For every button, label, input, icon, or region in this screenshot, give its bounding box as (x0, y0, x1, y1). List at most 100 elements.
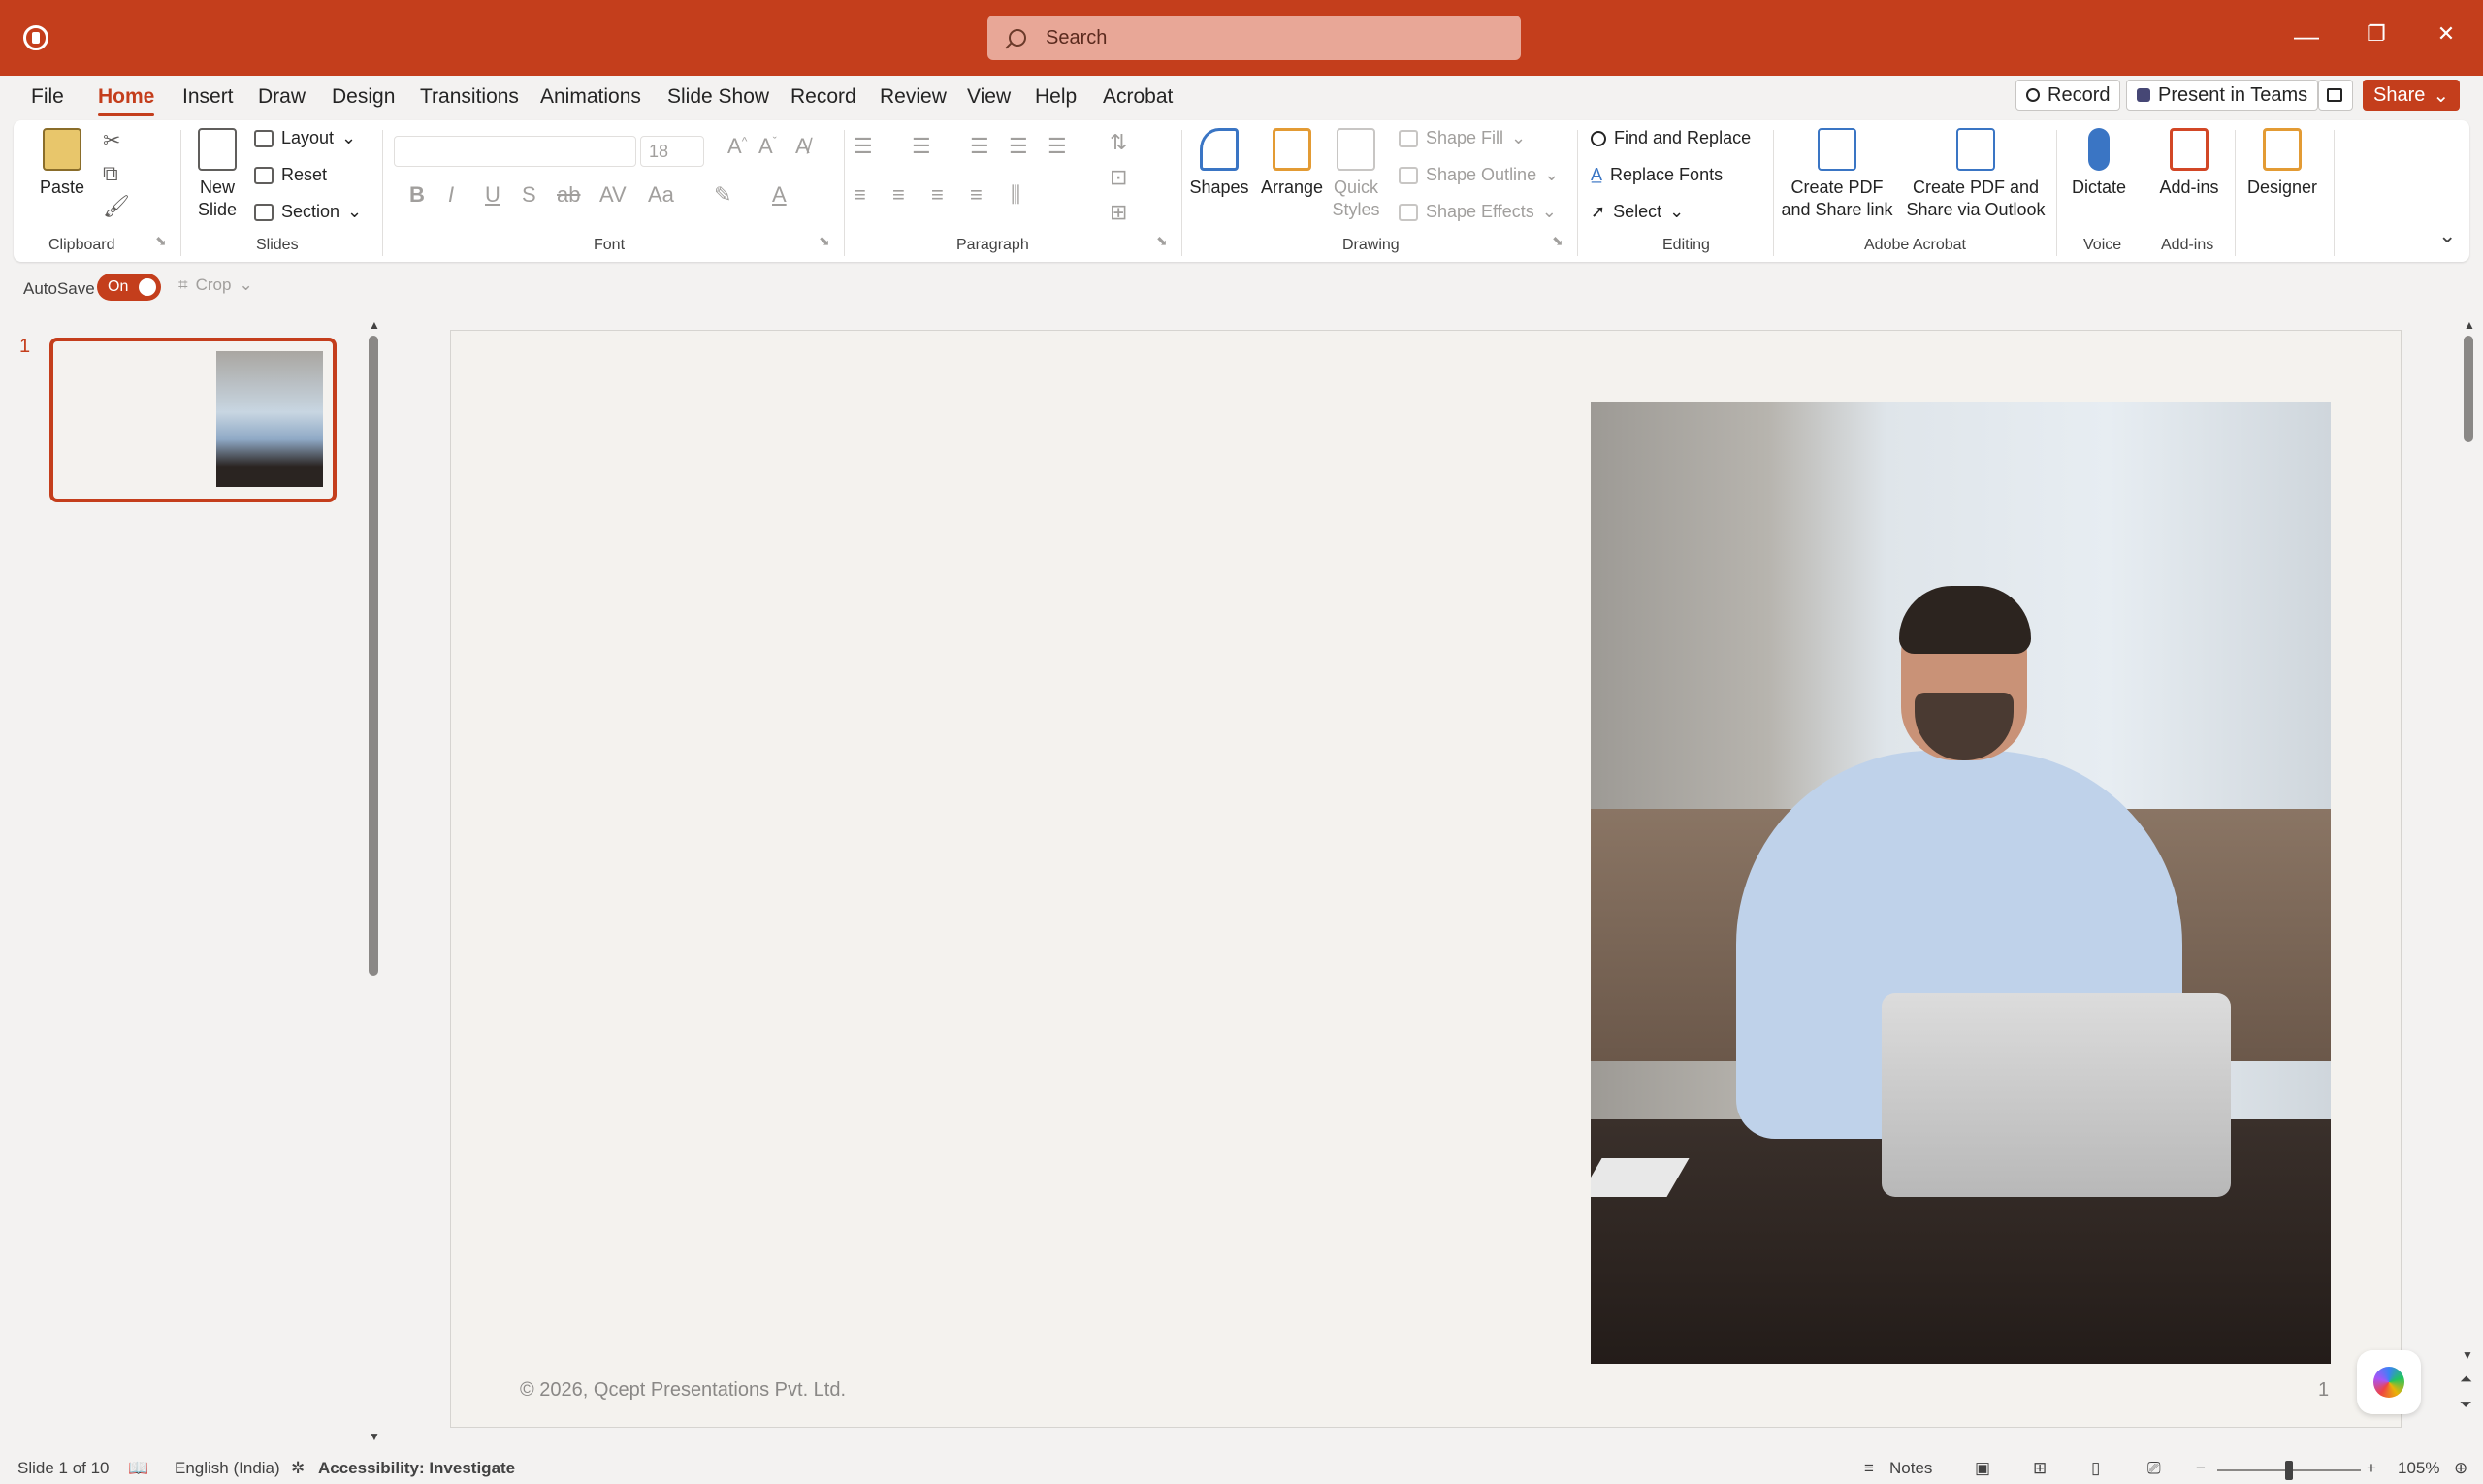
dialog-launcher-icon[interactable]: ⬊ (1552, 233, 1564, 249)
tab-help[interactable]: Help (1035, 85, 1077, 109)
slide-photo[interactable] (1591, 402, 2331, 1364)
shape-fill-button[interactable]: Shape Fill ⌄ (1399, 128, 1526, 148)
autosave-toggle[interactable]: On (97, 274, 161, 301)
tab-animations[interactable]: Animations (540, 85, 641, 109)
create-pdf-outlook-button[interactable]: Create PDF and Share via Outlook (1905, 128, 2047, 221)
tab-draw[interactable]: Draw (258, 85, 306, 109)
notes-button[interactable]: Notes (1889, 1459, 1932, 1478)
slide-scrollbar[interactable] (2464, 336, 2473, 442)
restore-button[interactable]: ❐ (2347, 21, 2405, 47)
dialog-launcher-icon[interactable]: ⬊ (819, 233, 830, 249)
layout-button[interactable]: Layout ⌄ (254, 128, 356, 148)
slide-thumbnail[interactable] (49, 338, 337, 502)
zoom-level[interactable]: 105% (2398, 1459, 2439, 1478)
character-spacing-icon[interactable]: AV (599, 182, 627, 208)
present-in-teams-button[interactable]: Present in Teams (2126, 80, 2319, 111)
normal-view-icon[interactable]: ▣ (1975, 1459, 1990, 1478)
numbering-icon[interactable]: ☰ (912, 134, 931, 159)
scroll-up-icon[interactable]: ▲ (2464, 318, 2475, 332)
quick-styles-button[interactable]: Quick Styles (1327, 128, 1385, 221)
grow-font-icon[interactable]: A^ (727, 134, 747, 159)
align-center-icon[interactable]: ≡ (892, 182, 905, 208)
shrink-font-icon[interactable]: Aˇ (758, 134, 777, 159)
reading-view-icon[interactable]: ▯ (2091, 1459, 2100, 1478)
dictate-button[interactable]: Dictate (2068, 128, 2130, 199)
comments-button[interactable] (2318, 80, 2353, 111)
zoom-in-icon[interactable]: + (2367, 1459, 2376, 1478)
reset-button[interactable]: Reset (254, 165, 327, 185)
new-slide-button[interactable]: New Slide (190, 128, 244, 221)
previous-slide-icon[interactable]: ⏶ (2460, 1371, 2472, 1389)
dialog-launcher-icon[interactable]: ⬊ (155, 233, 167, 249)
fit-slide-icon[interactable]: ⊕ (2454, 1459, 2467, 1478)
crop-button[interactable]: ⌗ Crop ⌄ (178, 275, 253, 295)
tab-view[interactable]: View (967, 85, 1011, 109)
bold-icon[interactable]: B (409, 182, 425, 208)
change-case-icon[interactable]: Aa (648, 182, 674, 208)
paste-button[interactable]: Paste (35, 128, 89, 199)
underline-icon[interactable]: U (485, 182, 500, 208)
search-box[interactable]: Search (987, 16, 1521, 60)
copilot-button[interactable] (2357, 1350, 2421, 1414)
share-button[interactable]: Share ⌄ (2363, 80, 2461, 111)
language[interactable]: English (India) (175, 1459, 280, 1478)
slide-footer[interactable]: © 2026, Qcept Presentations Pvt. Ltd. (520, 1379, 846, 1402)
copy-icon[interactable]: ⧉ (103, 161, 118, 186)
italic-icon[interactable]: I (448, 182, 454, 208)
align-left-icon[interactable]: ≡ (854, 182, 866, 208)
accessibility-status[interactable]: Accessibility: Investigate (318, 1459, 515, 1478)
scroll-down-icon[interactable]: ▼ (2462, 1348, 2473, 1362)
tab-transitions[interactable]: Transitions (420, 85, 519, 109)
shape-effects-button[interactable]: Shape Effects ⌄ (1399, 202, 1557, 222)
dialog-launcher-icon[interactable]: ⬊ (1156, 233, 1168, 249)
strikethrough-icon[interactable]: ab (557, 182, 580, 208)
arrange-button[interactable]: Arrange (1257, 128, 1327, 199)
font-size-box[interactable]: 18 (640, 136, 704, 167)
columns-icon[interactable]: ⫼ (1011, 182, 1020, 208)
find-replace-button[interactable]: Find and Replace (1591, 128, 1751, 148)
thumbnail-scrollbar[interactable] (369, 336, 378, 976)
tab-review[interactable]: Review (880, 85, 947, 109)
select-button[interactable]: ➚ Select ⌄ (1591, 202, 1684, 222)
slide-page-number[interactable]: 1 (2318, 1379, 2329, 1402)
shapes-button[interactable]: Shapes (1187, 128, 1251, 199)
slide-show-icon[interactable]: ⎚ (2147, 1459, 2161, 1478)
cut-icon[interactable]: ✂ (103, 128, 120, 153)
justify-icon[interactable]: ≡ (970, 182, 983, 208)
tab-home[interactable]: Home (98, 85, 155, 116)
bullets-icon[interactable]: ☰ (854, 134, 873, 159)
format-painter-icon[interactable]: 🖌 (103, 194, 130, 219)
tab-record[interactable]: Record (790, 85, 856, 109)
tab-slide-show[interactable]: Slide Show (667, 85, 769, 109)
tab-insert[interactable]: Insert (182, 85, 234, 109)
align-text-icon[interactable]: ⊡ (1110, 165, 1127, 190)
clear-formatting-icon[interactable]: A̸ (795, 134, 810, 159)
next-slide-icon[interactable]: ⏷ (2460, 1397, 2472, 1414)
collapse-ribbon-icon[interactable]: ⌄ (2438, 223, 2456, 248)
highlight-icon[interactable]: ✎ (714, 182, 731, 208)
zoom-slider-handle[interactable] (2285, 1461, 2293, 1480)
minimize-button[interactable]: — (2277, 21, 2336, 51)
increase-indent-icon[interactable]: ☰ (1009, 134, 1028, 159)
decrease-indent-icon[interactable]: ☰ (970, 134, 989, 159)
font-color-icon[interactable]: A (772, 182, 787, 208)
scroll-up-icon[interactable]: ▲ (369, 318, 380, 332)
zoom-out-icon[interactable]: − (2196, 1459, 2206, 1478)
record-button[interactable]: Record (2015, 80, 2121, 111)
align-right-icon[interactable]: ≡ (931, 182, 944, 208)
close-button[interactable]: ✕ (2417, 21, 2475, 47)
create-pdf-share-link-button[interactable]: Create PDF and Share link (1781, 128, 1893, 221)
section-button[interactable]: Section ⌄ (254, 202, 362, 222)
shadow-icon[interactable]: S (522, 182, 536, 208)
smartart-icon[interactable]: ⊞ (1110, 200, 1127, 225)
spell-check-icon[interactable]: 📖 (128, 1459, 148, 1478)
tab-file[interactable]: File (31, 85, 64, 109)
replace-fonts-button[interactable]: A̲ Replace Fonts (1591, 165, 1723, 185)
designer-button[interactable]: Designer (2244, 128, 2320, 199)
tab-acrobat[interactable]: Acrobat (1103, 85, 1173, 109)
scroll-down-icon[interactable]: ▼ (369, 1430, 380, 1443)
font-name-box[interactable] (394, 136, 636, 167)
line-spacing-icon[interactable]: ☰ (1048, 134, 1067, 159)
shape-outline-button[interactable]: Shape Outline ⌄ (1399, 165, 1559, 185)
text-direction-icon[interactable]: ⇅ (1110, 130, 1127, 155)
